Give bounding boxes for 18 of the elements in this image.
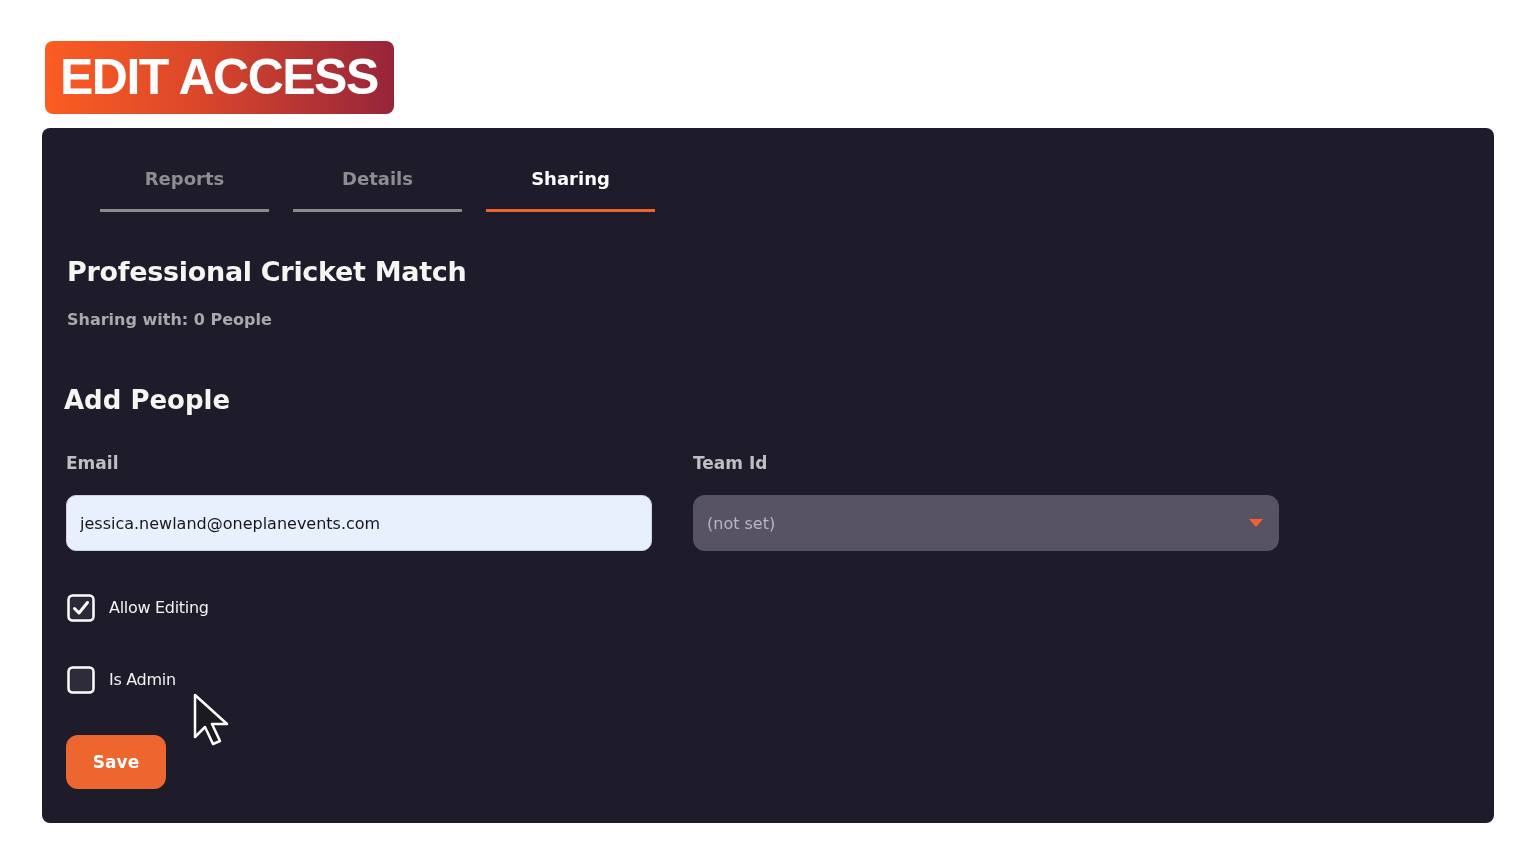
field-label: Team Id (693, 452, 768, 475)
email-input[interactable]: jessica.newland@oneplanevents.com (66, 495, 652, 551)
tab[interactable]: Sharing (486, 164, 655, 212)
field-label: Email (66, 452, 119, 475)
event-title: Professional Cricket Match (67, 255, 467, 289)
team-id-dropdown[interactable]: (not set) (693, 495, 1279, 551)
checkbox-label: Allow Editing (109, 597, 209, 619)
mouse-pointer-icon (193, 693, 231, 747)
sharing-summary: Sharing with: 0 People (67, 309, 272, 331)
page-title-banner: EDIT ACCESS (45, 41, 394, 114)
section-heading: Add People (64, 384, 231, 417)
checkbox[interactable] (67, 666, 95, 694)
checkbox-label: Is Admin (109, 669, 176, 691)
caret-icon (1249, 519, 1263, 527)
tab[interactable]: Details (293, 164, 462, 212)
checkbox[interactable] (67, 594, 95, 622)
save-button[interactable]: Save (66, 735, 166, 789)
tab[interactable]: Reports (100, 164, 269, 212)
